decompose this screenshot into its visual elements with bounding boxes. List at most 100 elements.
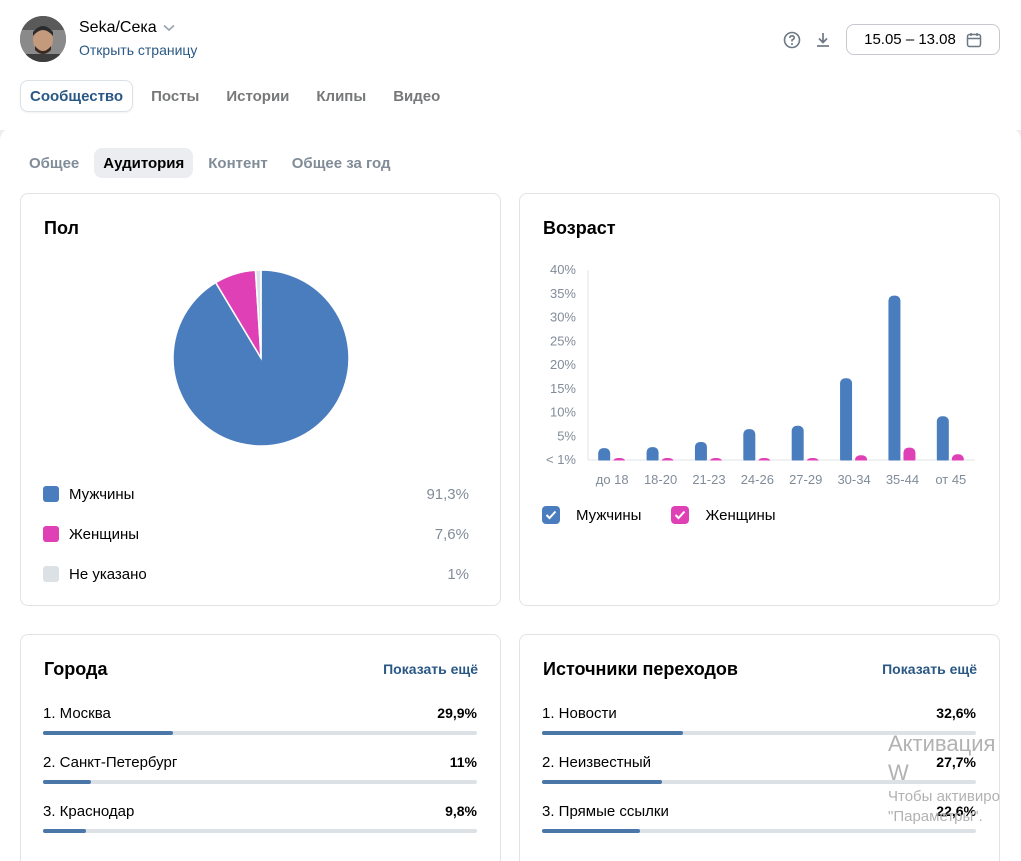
subtab-audience[interactable]: Аудитория [94,148,194,178]
tab-community[interactable]: Сообщество [20,80,134,112]
open-page-link[interactable]: Открыть страницу [79,42,197,58]
bar-men[interactable] [888,295,901,464]
legend-value-unknown: 1% [447,565,469,583]
city-row-value: 29,9% [437,705,477,721]
page-header: Seka/Сека Открыть страницу 15.05 – 13.08… [0,0,1021,130]
source-progress-track [542,829,976,833]
y-tick-label: 30% [550,310,576,325]
legend-value-women: 7,6% [434,525,469,543]
sources-title: Источники переходов [543,659,738,679]
windows-activation-watermark: Активация W Чтобы активиро "Параметры". [888,730,1021,826]
avatar-image [20,16,66,62]
age-legend: Мужчины Женщины [542,506,806,524]
tab-video[interactable]: Видео [384,80,449,112]
legend-swatch-women [43,526,59,542]
x-tick-label: 35-44 [886,472,919,487]
x-tick-label: 21-23 [692,472,725,487]
x-tick-label: от 45 [935,472,966,487]
age-bar-chart: < 1% 5% 10% 15% 20% 25% 30% 35% 40% до 18 18-20 21-… [546,262,976,487]
x-tick-label: 30-34 [837,472,870,487]
stats-panel: Общее Аудитория Контент Общее за год Пол… [0,128,1021,861]
subtab-general[interactable]: Общее [20,148,88,178]
source-progress-fill [542,731,684,735]
sources-show-more-link[interactable]: Показать ещё [882,661,977,677]
watermark-line-1: Активация W [888,731,996,785]
city-row-label: 2. Санкт-Петербург [43,754,178,771]
source-row-value: 32,6% [936,705,976,721]
bar-men[interactable] [791,425,804,464]
gender-pie-chart [172,269,350,447]
y-tick-label: < 1% [546,452,576,467]
cities-title: Города [44,659,108,679]
city-progress-fill [43,780,91,784]
age-card: Возраст < 1% 5% 10% 15% 20% 25% 30% 35% 40% до 18… [519,193,1000,606]
city-progress-fill [43,731,173,735]
legend-value-men: 91,3% [426,485,469,503]
date-range-picker[interactable]: 15.05 – 13.08 [846,24,1000,55]
source-progress-fill [542,829,641,833]
cities-show-more-link[interactable]: Показать ещё [383,661,478,677]
chevron-down-icon [163,24,175,32]
source-progress-fill [542,780,663,784]
source-row-label: 3. Прямые ссылки [542,803,669,820]
city-row-label: 3. Краснодар [43,803,135,820]
age-title: Возраст [543,218,616,238]
main-tabs: Сообщество Посты Истории Клипы Видео [20,80,458,112]
age-legend-women[interactable]: Женщины [705,507,775,524]
legend-swatch-unknown [43,566,59,582]
city-row[interactable]: 2. Санкт-Петербург 11% [43,754,477,784]
city-progress-fill [43,829,86,833]
legend-label-unknown: Не указано [69,565,147,583]
x-tick-label: до 18 [596,472,629,487]
city-progress-track [43,780,477,784]
city-row-label: 1. Москва [43,705,111,722]
tab-posts[interactable]: Посты [142,80,208,112]
tab-stories[interactable]: Истории [217,80,298,112]
watermark-line-3: "Параметры". [888,807,983,825]
tab-clips[interactable]: Клипы [307,80,375,112]
x-tick-label: 27-29 [789,472,822,487]
city-row[interactable]: 1. Москва 29,9% [43,705,477,735]
y-tick-label: 15% [550,381,576,396]
x-tick-label: 24-26 [741,472,774,487]
y-tick-label: 5% [557,428,576,443]
sub-tabs: Общее Аудитория Контент Общее за год [20,148,406,178]
gender-title: Пол [44,218,79,238]
y-tick-label: 20% [550,357,576,372]
bar-men[interactable] [840,378,853,464]
watermark-line-2: Чтобы активиро [888,788,1000,806]
legend-label-men: Мужчины [69,485,135,503]
help-icon[interactable] [782,30,802,50]
subtab-yearly[interactable]: Общее за год [283,148,400,178]
city-progress-track [43,731,477,735]
checkbox-men-icon[interactable] [542,506,560,524]
city-row[interactable]: 3. Краснодар 9,8% [43,803,477,833]
calendar-icon [966,32,982,47]
legend-label-women: Женщины [69,525,140,543]
avatar[interactable] [20,16,66,62]
subtab-content[interactable]: Контент [199,148,276,178]
gender-card: Пол Мужчины 91,3% Женщины 7,6% Не указан… [20,193,501,606]
legend-unknown[interactable]: Не указано 1% [43,564,469,584]
city-progress-track [43,829,477,833]
age-legend-men[interactable]: Мужчины [576,507,641,524]
source-row-label: 1. Новости [542,705,617,722]
y-tick-label: 10% [550,405,576,420]
group-name[interactable]: Seka/Сека [79,19,175,37]
cities-card: Города Показать ещё 1. Москва 29,9% 2. Сан… [20,634,501,861]
legend-swatch-men [43,486,59,502]
x-tick-label: 18-20 [644,472,677,487]
bar-men[interactable] [936,416,949,464]
y-tick-label: 40% [550,262,576,277]
legend-women[interactable]: Женщины 7,6% [43,524,469,544]
city-row-value: 11% [449,754,477,770]
y-tick-label: 25% [550,333,576,348]
checkbox-women-icon[interactable] [671,506,690,524]
bar-men[interactable] [743,429,756,464]
group-name-text: Seka/Сека [79,19,157,36]
date-range-text: 15.05 – 13.08 [864,31,956,48]
download-icon[interactable] [813,30,833,50]
city-row-value: 9,8% [445,803,477,819]
legend-men[interactable]: Мужчины 91,3% [43,484,469,504]
axis-baseline-mask [589,460,976,467]
